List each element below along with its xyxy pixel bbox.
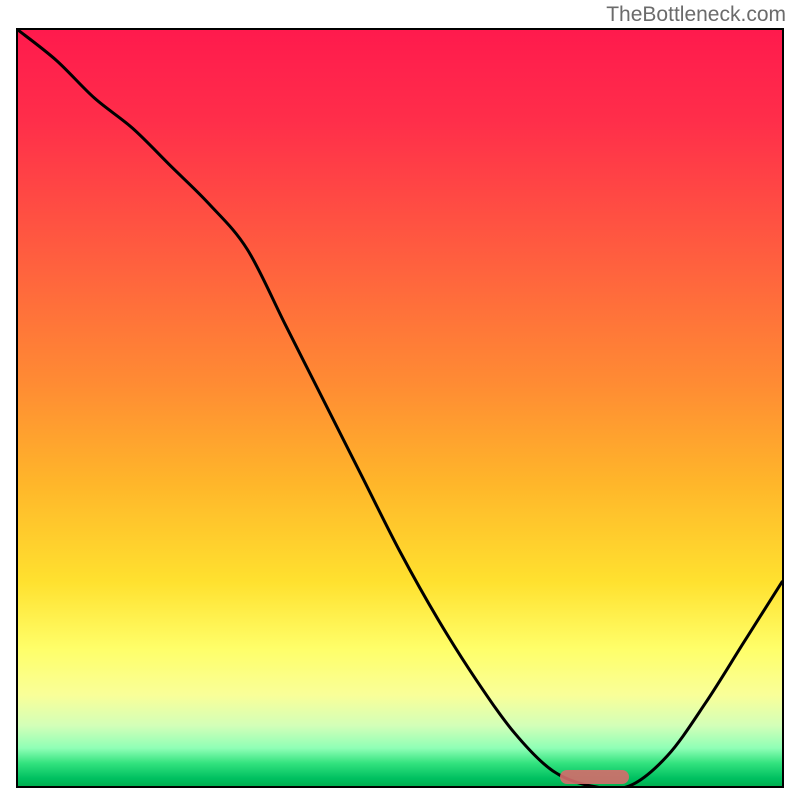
optimal-marker	[560, 770, 629, 784]
bottleneck-curve	[18, 30, 782, 786]
curve-path	[18, 30, 782, 786]
chart-frame	[16, 28, 784, 788]
watermark-text: TheBottleneck.com	[606, 3, 786, 27]
